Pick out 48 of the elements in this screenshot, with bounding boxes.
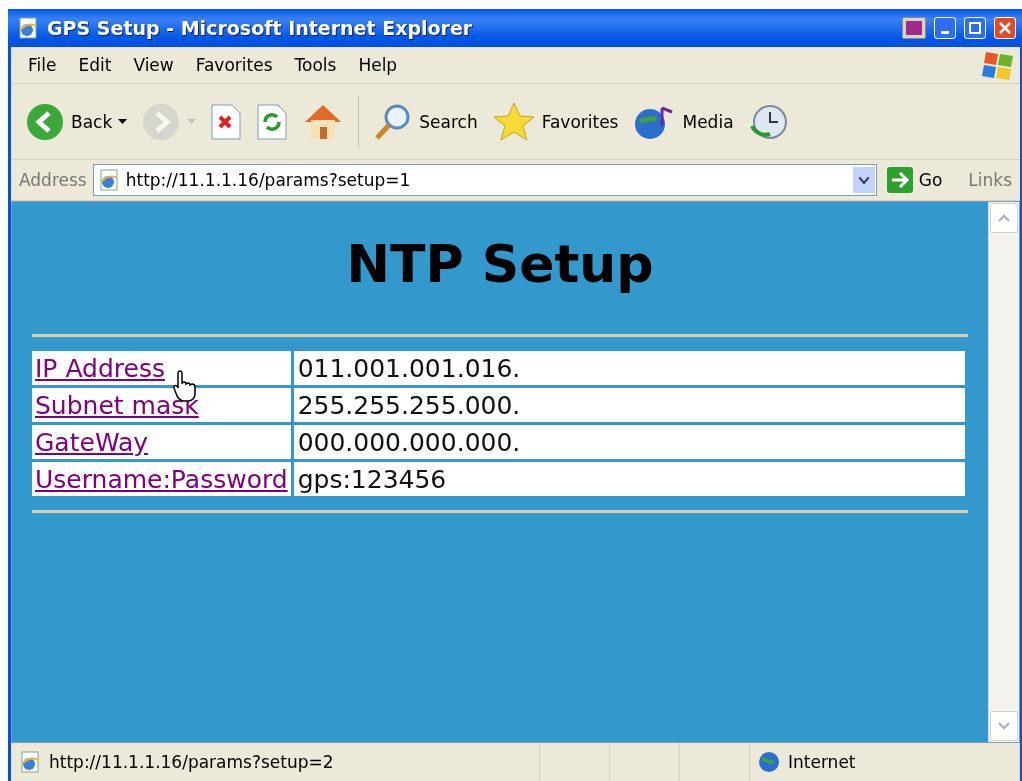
status-text: http://11.1.1.16/params?setup=2: [49, 752, 334, 772]
links-button[interactable]: Links: [968, 170, 1012, 190]
scroll-down-button[interactable]: [990, 711, 1018, 741]
scroll-up-button[interactable]: [990, 203, 1018, 233]
caret-icon: [187, 118, 197, 125]
setting-link[interactable]: GateWay: [35, 427, 149, 457]
setting-link[interactable]: IP Address: [35, 353, 165, 383]
caret-icon: [118, 118, 128, 125]
browser-page-icon: [19, 751, 41, 773]
address-label: Address: [19, 170, 87, 190]
chevron-down-icon: [998, 722, 1010, 730]
setting-link[interactable]: Subnet mask: [35, 390, 199, 420]
menu-item[interactable]: Help: [347, 53, 409, 77]
chevron-up-icon: [998, 214, 1010, 222]
menu-item[interactable]: Edit: [67, 53, 123, 77]
minimize-icon: [941, 30, 949, 34]
menu-item[interactable]: Favorites: [184, 53, 284, 77]
flag-icon: [902, 17, 926, 39]
menu-item[interactable]: View: [122, 53, 185, 77]
back-button[interactable]: Back: [21, 99, 132, 144]
table-cell: 011.001.001.016.: [293, 351, 965, 385]
menu-item[interactable]: Tools: [283, 53, 348, 77]
maximize-icon: [969, 22, 981, 34]
table-cell: gps:123456: [293, 462, 965, 496]
maximize-button[interactable]: [964, 17, 986, 39]
stop-page-icon: [210, 103, 243, 140]
address-field[interactable]: http://11.1.1.16/params?setup=1: [92, 164, 877, 196]
browser-page-icon: [97, 169, 120, 191]
security-zone: Internet: [788, 752, 856, 772]
go-button[interactable]: Go: [882, 167, 963, 193]
window-title: GPS Setup - Microsoft Internet Explorer: [47, 17, 474, 39]
close-button[interactable]: [994, 17, 1016, 39]
refresh-page-icon: [256, 103, 289, 140]
table-cell: 255.255.255.000.: [293, 388, 965, 422]
star-icon: [491, 100, 536, 143]
media-button[interactable]: Media: [628, 99, 738, 144]
page-heading: NTP Setup: [345, 234, 655, 294]
setting-link[interactable]: Username:Password: [35, 464, 288, 494]
table-cell: 000.000.000.000.: [293, 425, 965, 459]
browser-page-icon: [17, 17, 39, 39]
menu-item[interactable]: File: [17, 53, 68, 77]
favorites-button[interactable]: Favorites: [487, 98, 623, 145]
dropdown-button[interactable]: [852, 167, 875, 193]
globe-icon: [758, 751, 780, 773]
search-button[interactable]: Search: [369, 99, 482, 144]
minimize-button[interactable]: [934, 17, 956, 39]
close-icon: [999, 22, 1011, 34]
chevron-down-icon: [858, 176, 869, 184]
